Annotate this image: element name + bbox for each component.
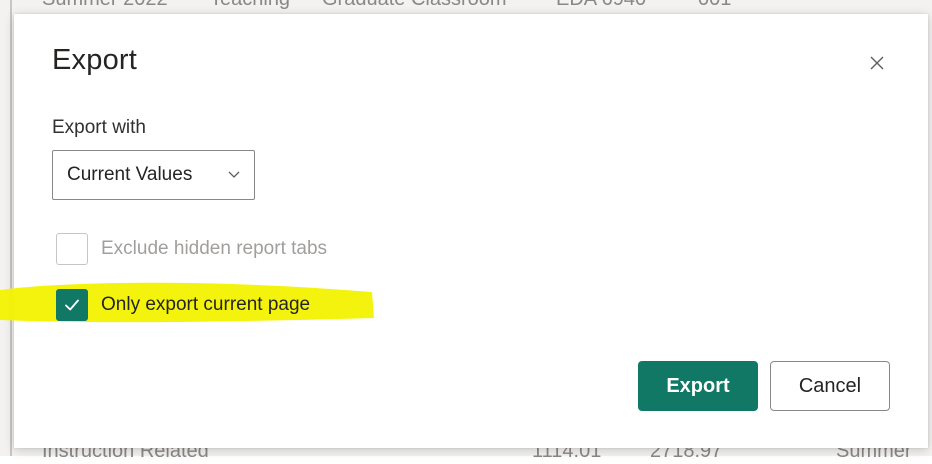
close-button[interactable]: [862, 48, 892, 78]
bg-cell: Graduate Classroom: [322, 0, 507, 11]
bg-cell: Summer 2022: [42, 0, 168, 11]
only-current-page-option: Only export current page: [56, 288, 310, 322]
export-with-dropdown[interactable]: Current Values: [52, 150, 255, 200]
bg-cell: 001: [698, 0, 731, 11]
bg-cell: Teaching: [210, 0, 290, 11]
checkmark-icon: [65, 299, 79, 311]
close-icon: [870, 56, 884, 70]
only-current-page-checkbox[interactable]: [56, 289, 88, 321]
chevron-down-icon: [228, 171, 240, 178]
export-with-label: Export with: [52, 117, 146, 138]
export-dialog: Export Export with Current Values Exclud…: [0, 14, 928, 448]
exclude-hidden-tabs-option: Exclude hidden report tabs: [56, 232, 327, 266]
exclude-hidden-tabs-label: Exclude hidden report tabs: [101, 238, 328, 259]
bg-cell: EDA 6940: [556, 0, 646, 11]
exclude-hidden-tabs-checkbox[interactable]: [56, 233, 88, 265]
table-border: [10, 0, 12, 456]
dialog-title: Export: [52, 44, 138, 76]
export-button[interactable]: Export: [638, 361, 758, 411]
export-with-selected-value: Current Values: [67, 164, 193, 185]
cancel-button[interactable]: Cancel: [770, 361, 890, 411]
background-table-row-top: Summer 2022 Teaching Graduate Classroom …: [0, 0, 932, 12]
only-current-page-label: Only export current page: [101, 294, 311, 315]
